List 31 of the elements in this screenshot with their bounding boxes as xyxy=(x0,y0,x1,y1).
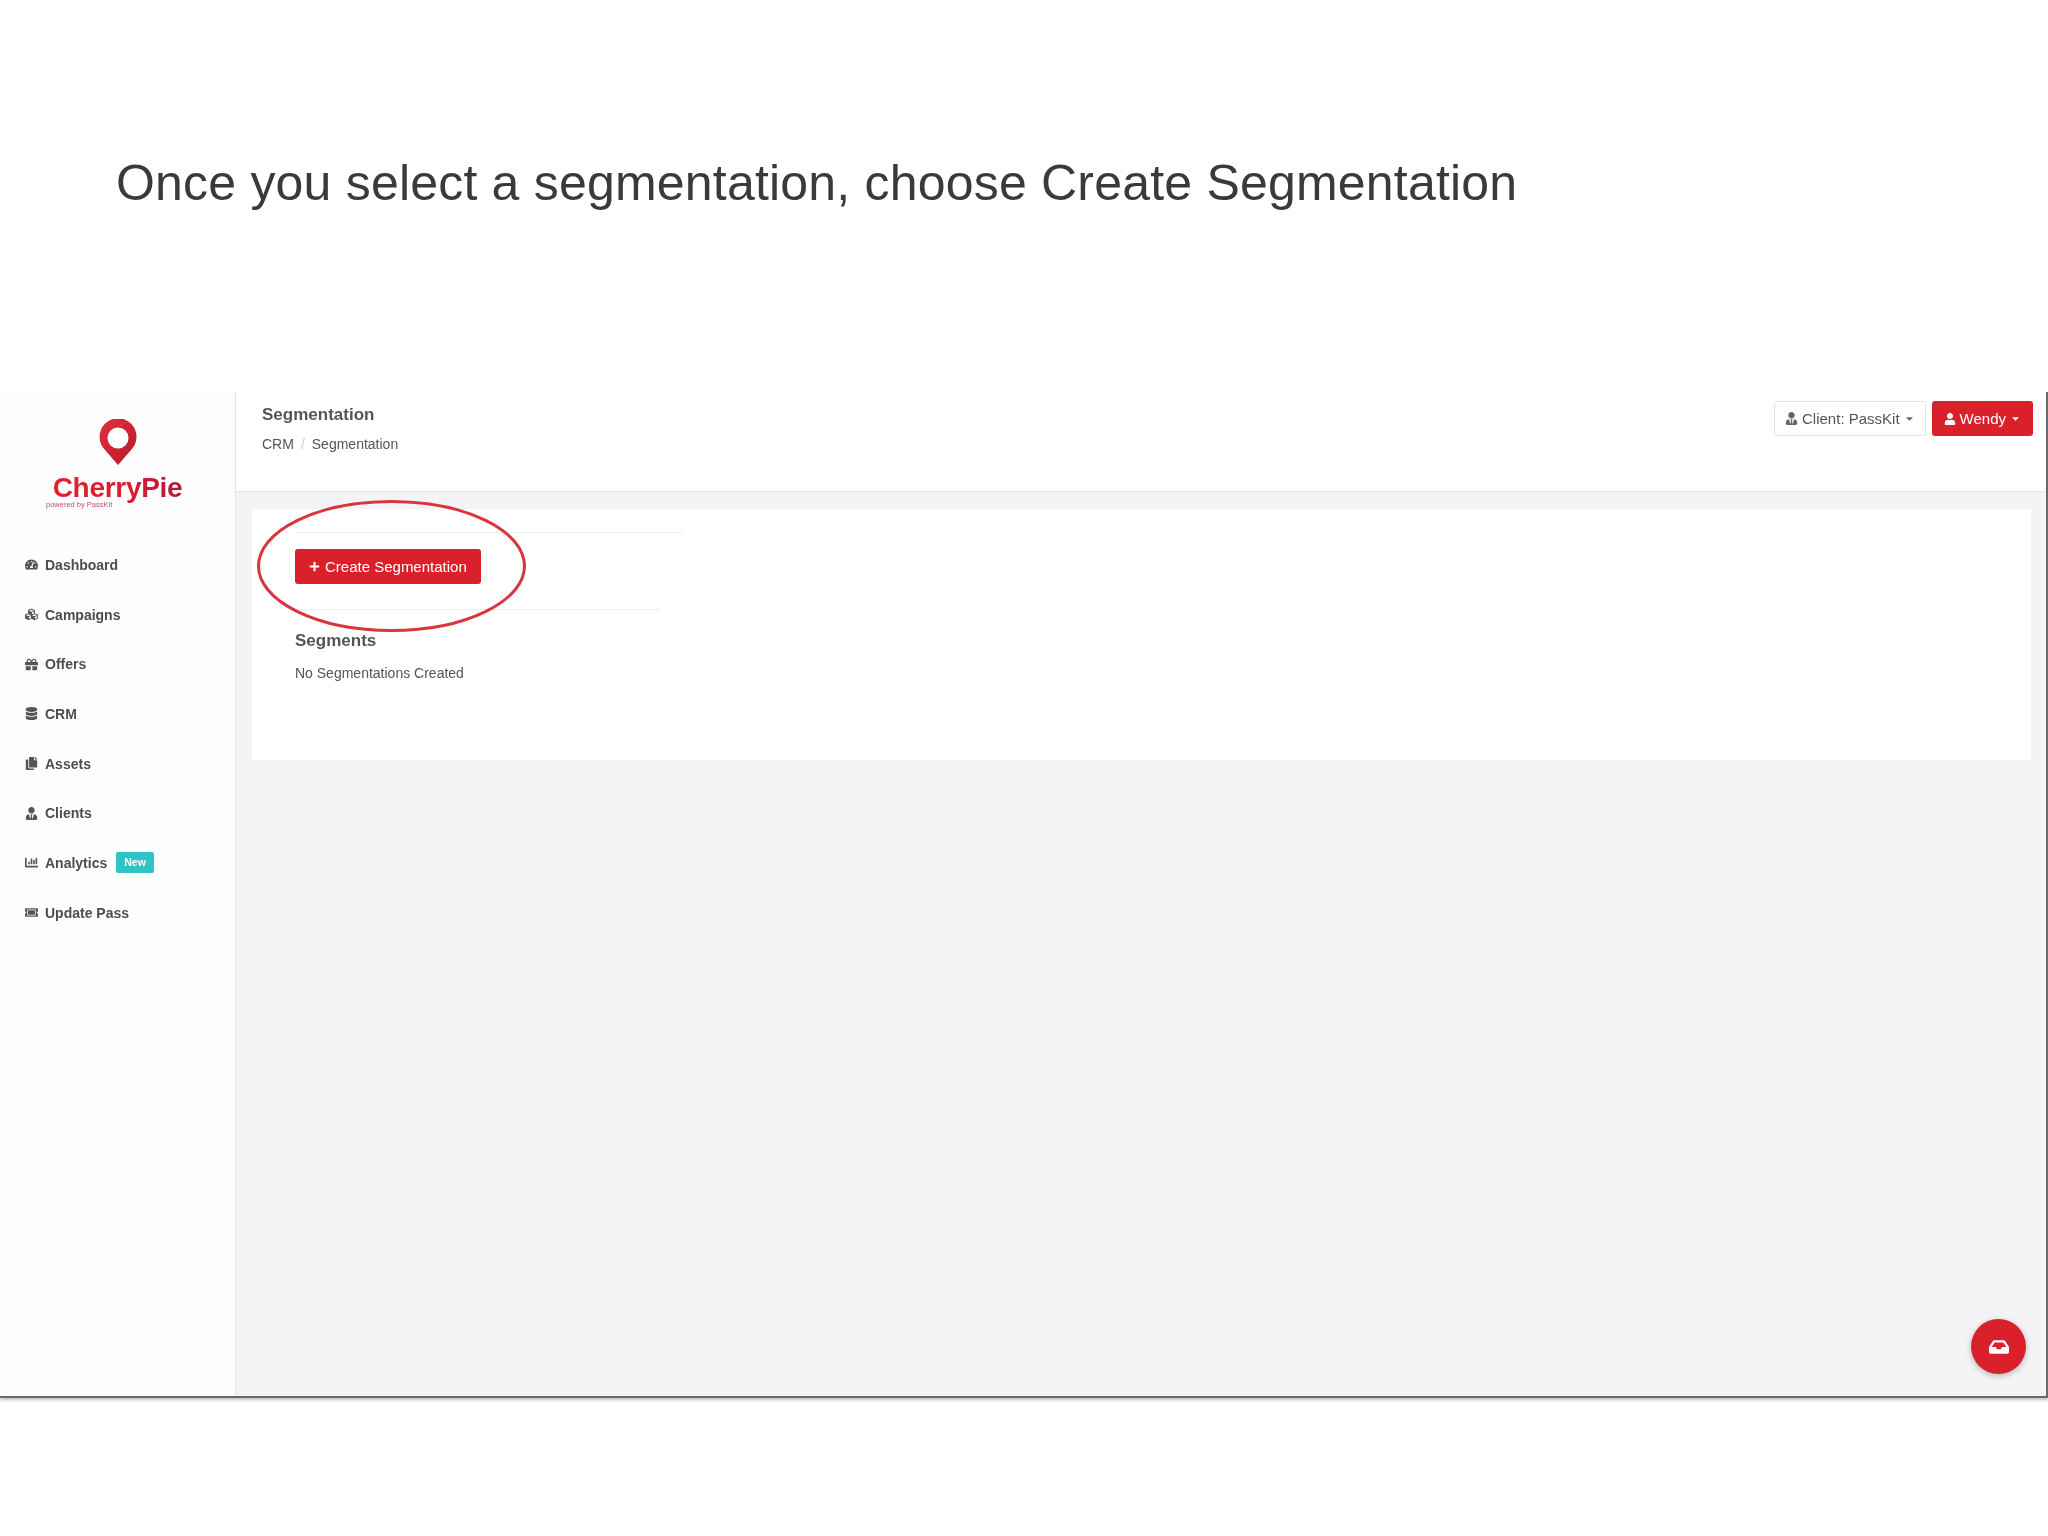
cherry-pin-logo xyxy=(97,419,138,465)
sidebar-item[interactable]: CRM xyxy=(25,702,81,725)
user-icon xyxy=(1943,412,1956,425)
database-icon xyxy=(25,707,38,721)
ticket-icon xyxy=(25,906,38,920)
segments-heading: Segments xyxy=(295,630,377,652)
sidebar-item[interactable]: Dashboard xyxy=(25,553,123,576)
sidebar-item[interactable]: Analytics xyxy=(25,851,112,874)
cubes-icon xyxy=(25,608,38,622)
sidebar-item[interactable]: Assets xyxy=(25,752,95,775)
plus-icon xyxy=(309,561,320,572)
new-badge: New xyxy=(116,852,154,874)
person-icon xyxy=(1785,412,1799,425)
documents-icon xyxy=(25,757,38,771)
client-dropdown-button[interactable]: Client: PassKit xyxy=(1774,401,1926,436)
page-title: Segmentation xyxy=(262,404,375,426)
bar-chart-icon xyxy=(25,856,38,870)
sidebar-item[interactable]: Clients xyxy=(25,802,96,825)
gift-icon xyxy=(25,657,38,671)
person-icon xyxy=(25,806,38,820)
empty-message: No Segmentations Created xyxy=(295,664,464,683)
user-dropdown-button[interactable]: Wendy xyxy=(1931,401,2033,436)
sidebar-item[interactable]: Campaigns xyxy=(25,603,125,626)
breadcrumb-current: Segmentation xyxy=(311,435,399,454)
sidebar-item[interactable]: Update Pass xyxy=(25,901,134,924)
breadcrumb-separator: / xyxy=(299,435,306,454)
create-segmentation-button[interactable]: Create Segmentation xyxy=(295,549,481,584)
sidebar-item[interactable]: Offers xyxy=(25,653,91,676)
gauge-icon xyxy=(25,558,38,572)
slide-title: Once you select a segmentation, choose Create Segmentation xyxy=(116,154,1518,213)
breadcrumb-link[interactable]: CRM xyxy=(262,434,294,454)
